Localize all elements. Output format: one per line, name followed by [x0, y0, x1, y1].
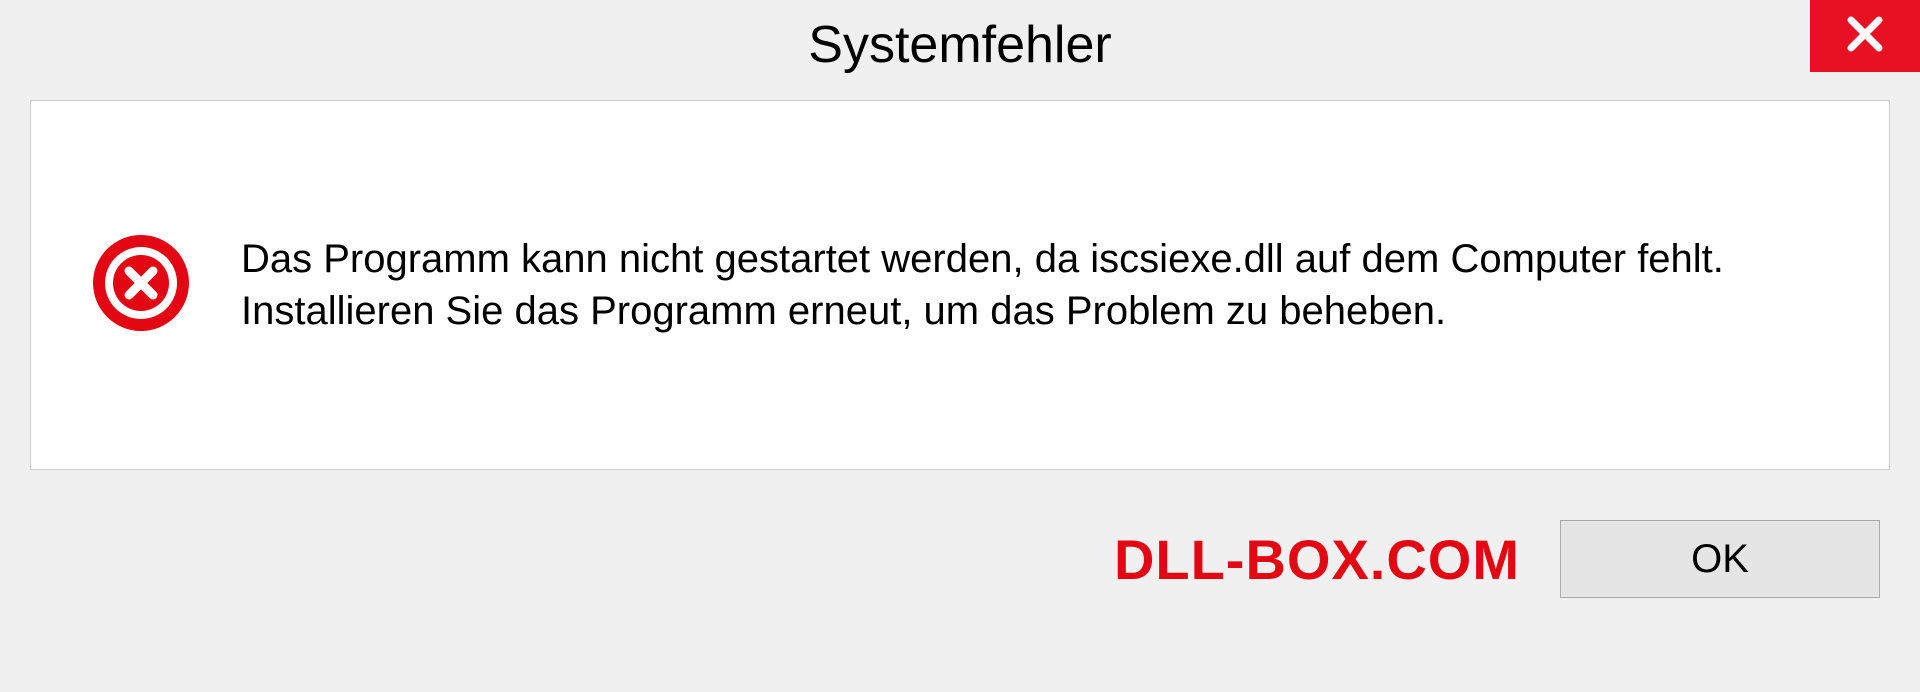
- dialog-title: Systemfehler: [808, 15, 1111, 75]
- close-icon: [1844, 13, 1886, 60]
- ok-button-label: OK: [1691, 537, 1749, 582]
- dialog-footer: DLL-BOX.COM OK: [0, 500, 1920, 628]
- error-dialog: Systemfehler Das Programm kann nicht ges…: [0, 0, 1920, 692]
- watermark-text: DLL-BOX.COM: [1114, 527, 1520, 592]
- error-message: Das Programm kann nicht gestartet werden…: [241, 233, 1829, 337]
- error-icon: [91, 233, 191, 338]
- content-panel: Das Programm kann nicht gestartet werden…: [30, 100, 1890, 470]
- ok-button[interactable]: OK: [1560, 520, 1880, 598]
- close-button[interactable]: [1810, 0, 1920, 72]
- titlebar: Systemfehler: [0, 0, 1920, 90]
